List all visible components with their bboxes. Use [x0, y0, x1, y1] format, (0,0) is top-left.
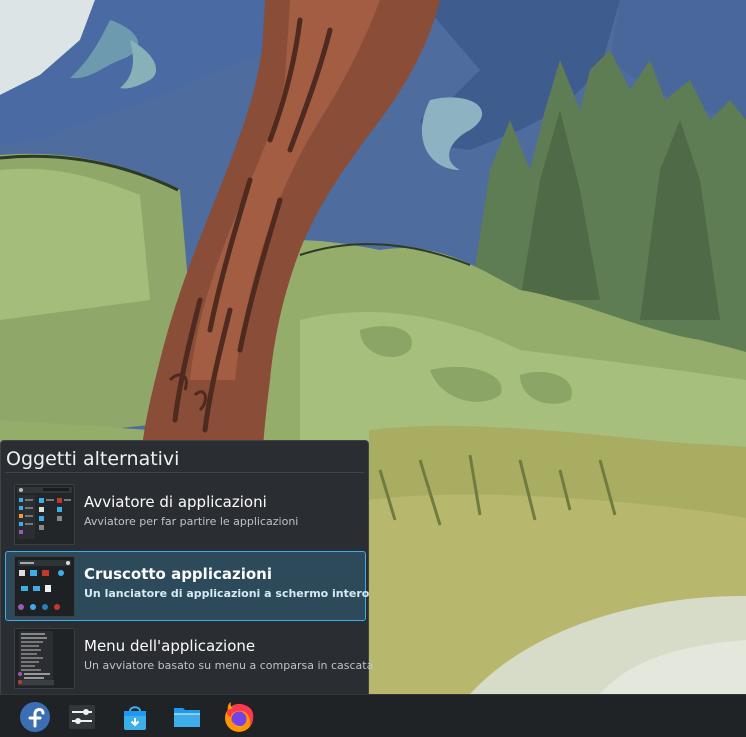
fedora-launcher-button[interactable] [17, 699, 53, 735]
discover-store-button[interactable] [117, 699, 153, 735]
system-settings-button[interactable] [64, 699, 100, 735]
alternative-description: Un lanciatore di applicazioni a schermo … [84, 587, 370, 600]
alternative-description: Avviatore per far partire le applicazion… [84, 515, 299, 528]
alternative-item-kickoff[interactable]: Avviatore di applicazioni Avviatore per … [5, 479, 366, 549]
fedora-icon [20, 702, 50, 732]
alternative-item-dashboard[interactable]: Cruscotto applicazioni Un lanciatore di … [5, 551, 370, 621]
firefox-icon [225, 702, 254, 732]
firefox-button[interactable] [221, 699, 257, 735]
settings-sliders-icon [69, 705, 95, 729]
alternative-name: Cruscotto applicazioni [84, 565, 272, 583]
alternative-item-kicker[interactable]: Menu dell'applicazione Un avviatore basa… [5, 623, 373, 693]
alternative-name: Avviatore di applicazioni [84, 493, 267, 511]
kickoff-preview-icon [14, 484, 75, 545]
taskbar [0, 694, 746, 737]
folder-icon [174, 708, 200, 727]
popup-separator [5, 472, 364, 473]
popup-title: Oggetti alternativi [6, 448, 180, 470]
alternative-name: Menu dell'applicazione [84, 637, 256, 655]
store-bag-icon [124, 706, 146, 730]
alternatives-popup: Oggetti alternativi Avviatore di applica… [0, 440, 373, 694]
alternative-description: Un avviatore basato su menu a comparsa i… [84, 659, 374, 672]
dashboard-preview-icon [14, 556, 75, 617]
file-manager-button[interactable] [169, 699, 205, 735]
kicker-preview-icon [14, 628, 75, 689]
